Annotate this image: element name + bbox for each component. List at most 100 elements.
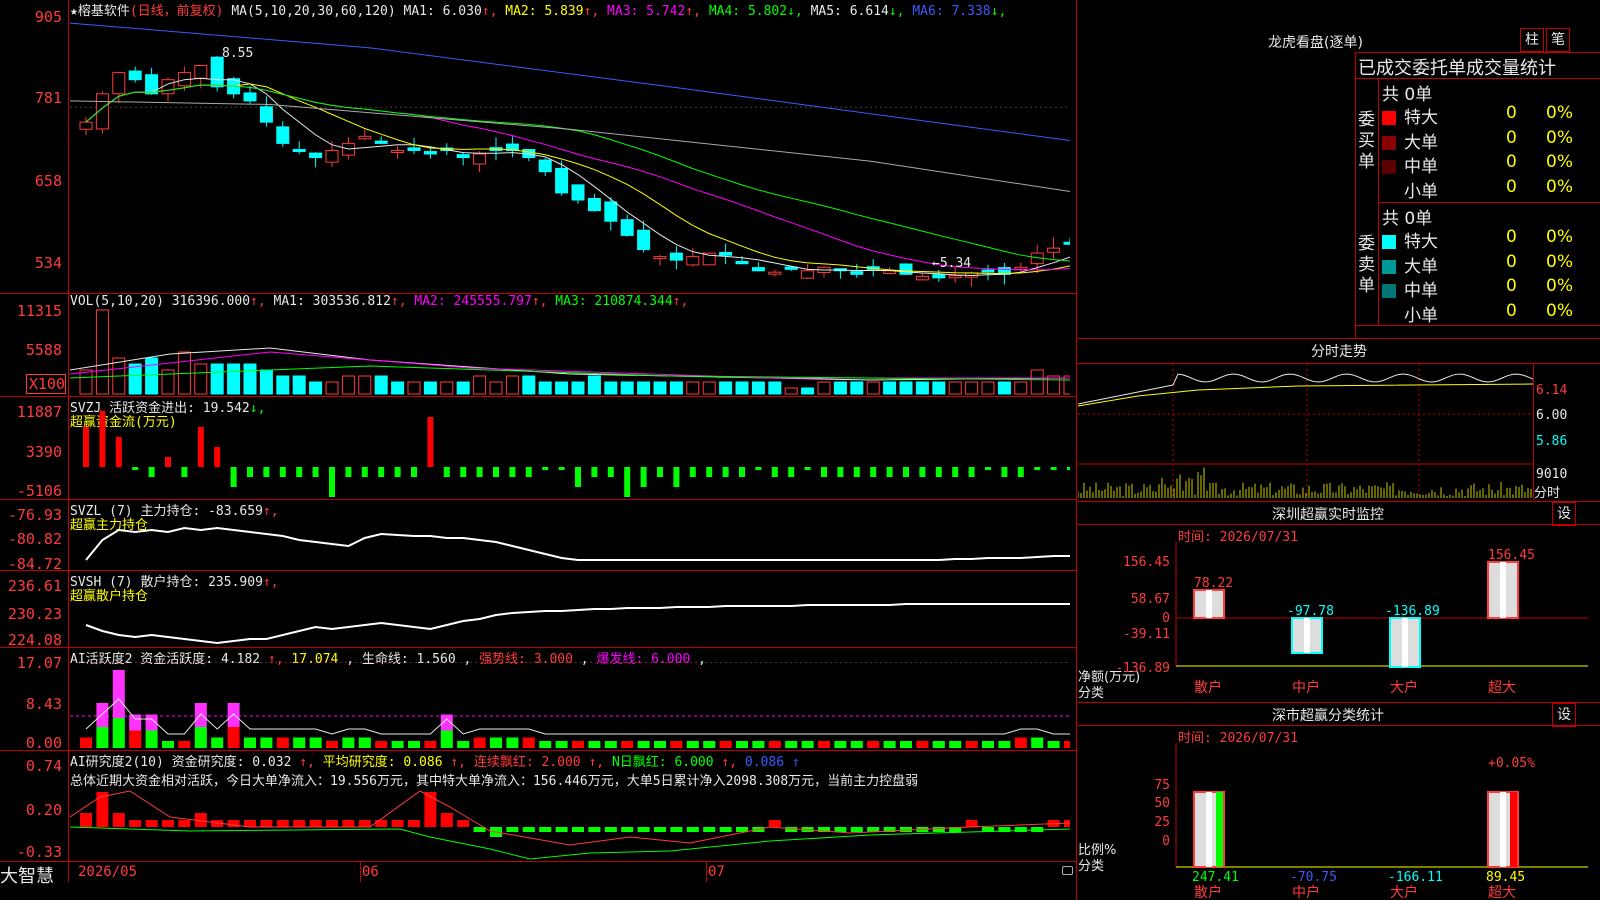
research-bar <box>604 827 617 832</box>
svzl-tick: -76.93 <box>7 506 62 524</box>
order-pct: 0% <box>1546 176 1573 197</box>
bar-highlight <box>1206 792 1212 867</box>
buy-total: 共 0单 <box>1382 85 1433 105</box>
volume-bar <box>374 375 388 395</box>
lock-icon[interactable] <box>1062 866 1073 875</box>
activity-bar <box>490 737 502 748</box>
volume-bar <box>833 381 847 395</box>
research-bar <box>440 813 453 827</box>
bar-mode-button[interactable]: 柱 <box>1520 28 1544 52</box>
flow-bar <box>788 467 795 477</box>
burst-bar <box>112 670 125 718</box>
research-bar <box>309 820 322 827</box>
activity-bar <box>588 741 601 748</box>
research-bar <box>145 820 158 827</box>
flow-bar <box>263 467 270 477</box>
dragon-subtitle: 已成交委托单成交量统计 <box>1358 58 1556 79</box>
volume-bar <box>669 381 683 395</box>
ai2-item: AI研究度2(10) 资金研究度: <box>70 755 245 770</box>
order-pct: 0% <box>1546 276 1573 296</box>
intraday-chart[interactable] <box>1078 364 1533 500</box>
activity-bar <box>1014 737 1027 748</box>
flow-bar <box>919 467 926 477</box>
volume-bar <box>440 381 454 395</box>
tick-mode-button[interactable]: 笔 <box>1546 28 1570 52</box>
volume-bar <box>587 375 601 395</box>
classify-settings-button[interactable]: 设 <box>1552 703 1576 727</box>
volume-bar <box>210 363 224 395</box>
flow-bar <box>296 467 303 477</box>
candle <box>653 256 667 260</box>
research-bar <box>112 813 125 827</box>
candle <box>128 70 142 81</box>
realtime-monitor-panel[interactable]: 深圳超赢实时监控 设 时间: 2026/07/31 净额(万元) 分类 156.… <box>1078 502 1600 703</box>
volume-bar <box>784 387 798 395</box>
candle <box>637 229 651 251</box>
svzj-tick: 3390 <box>25 443 62 461</box>
order-label: 大单 <box>1404 256 1438 277</box>
volume-bar <box>341 375 355 395</box>
intraday-panel[interactable]: 分时走势 6.14 6.00 5.86 9010 分时 <box>1078 339 1600 502</box>
order-label: 特大 <box>1404 108 1438 128</box>
order-pct: 0% <box>1546 152 1573 172</box>
candle <box>735 260 749 265</box>
svzj-chart[interactable] <box>70 411 1070 498</box>
svzl-panel[interactable]: SVZL (7) 主力持仓: -83.659↑, 超赢主力持仓 -76.93 -… <box>0 500 1076 573</box>
activity-bar <box>965 741 978 748</box>
axis-divider <box>68 862 69 882</box>
order-count: 0 <box>1506 276 1517 296</box>
monitor-bar-chart[interactable]: 156.45 58.67 0-39.11 -136.89 78.22 散户 -97.78 中户… <box>1118 542 1598 702</box>
volume-bar <box>850 381 864 395</box>
ai-research-panel[interactable]: AI研究度2(10) 资金研究度: 0.032 ↑, 平均研究度: 0.086 … <box>0 751 1076 862</box>
volume-bar <box>653 381 667 395</box>
volume-panel[interactable]: VOL(5,10,20) 316396.000 ↑, MA1: 303536.81… <box>0 294 1076 397</box>
activity-bar <box>719 741 732 748</box>
volume-bar <box>801 387 815 395</box>
main-chart-area[interactable]: ★榕基软件(日线，前复权) MA(5,10,20,30,60,120) MA1:… <box>0 0 1077 900</box>
activity-bar <box>768 741 781 748</box>
volume-bar <box>981 381 995 395</box>
flow-bar <box>148 467 155 477</box>
candle <box>259 106 273 123</box>
flow-bar <box>722 467 729 477</box>
monitor-settings-button[interactable]: 设 <box>1552 502 1576 526</box>
research-bar <box>965 820 978 827</box>
category-label: 散户 <box>1194 884 1222 899</box>
flow-bar <box>837 467 844 477</box>
flow-bar <box>83 427 89 467</box>
research-bar <box>768 820 781 827</box>
ai-activity-panel[interactable]: AI活跃度2 资金活跃度: 4.182 ↑, 17.074 , 生命线: 1.5… <box>0 648 1076 752</box>
axis-divider <box>68 294 69 396</box>
app-logo[interactable]: 大智慧 <box>0 862 54 888</box>
classify-tick: 75 <box>1154 778 1170 793</box>
ai2-tick: -0.33 <box>16 843 62 861</box>
axis-divider <box>68 751 69 861</box>
price-tick: 905 <box>34 8 62 26</box>
vol-value: 316396.000 <box>171 294 251 309</box>
flow-bar <box>230 467 237 487</box>
research-bar <box>96 792 109 827</box>
ai-research-chart[interactable] <box>70 787 1070 860</box>
category-label: 大户 <box>1390 679 1418 696</box>
axis-divider <box>68 397 69 499</box>
dragon-tiger-panel: 龙虎看盘(逐单) 柱 笔 已成交委托单成交量统计 委买单 委卖单 共 0单 共 … <box>1078 0 1600 339</box>
classify-bar-chart[interactable]: 75 50 25 0 247.41散户 -70.75中户 -166.11大户 89.45超大 +… <box>1118 743 1598 899</box>
volume-bar <box>768 381 782 395</box>
volume-bar <box>259 369 273 395</box>
svsh-panel[interactable]: SVSH (7) 散户持仓: 235.909↑, 超赢散户持仓 236.61 2… <box>0 571 1076 649</box>
activity-bar <box>637 741 650 748</box>
svzl-chart[interactable] <box>70 520 1070 569</box>
svzj-panel[interactable]: SVZJ 活跃资金进出: 19.542↓, 超赢资金流(万元) 11887 33… <box>0 397 1076 500</box>
classify-stats-panel[interactable]: 深市超赢分类统计 设 时间: 2026/07/31 比例% 分类 75 50 25 0… <box>1078 703 1600 900</box>
volume-bar <box>997 381 1011 395</box>
volume-chart[interactable] <box>70 308 1070 395</box>
ai2-item: ↑ <box>791 755 800 770</box>
ai-activity-chart[interactable] <box>70 662 1070 749</box>
candlestick-chart[interactable] <box>70 16 1070 292</box>
flow-bar <box>247 467 253 477</box>
flow-bar <box>1001 467 1008 477</box>
price-panel[interactable]: ★榕基软件(日线，前复权) MA(5,10,20,30,60,120) MA1:… <box>0 0 1076 294</box>
activity-bar <box>358 737 371 748</box>
right-sidebar: 龙虎看盘(逐单) 柱 笔 已成交委托单成交量统计 委买单 委卖单 共 0单 共 … <box>1078 0 1600 900</box>
svsh-chart[interactable] <box>70 597 1070 646</box>
